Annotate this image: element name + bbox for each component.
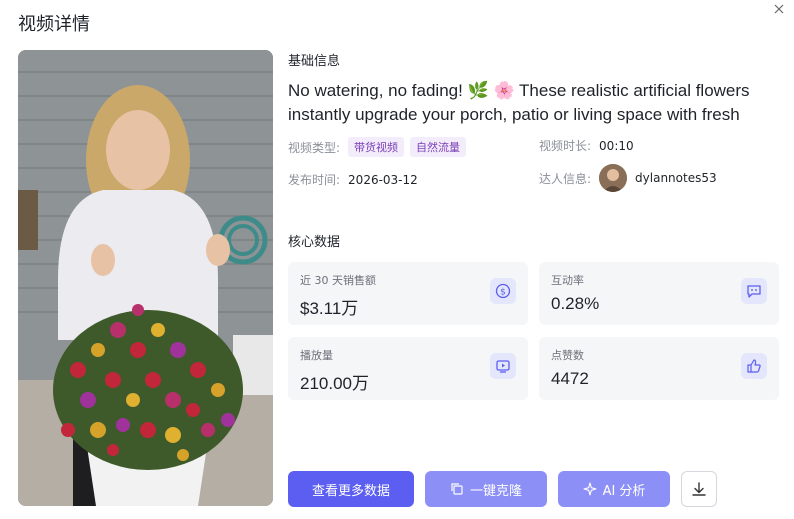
metric-value: 0.28%	[551, 294, 600, 313]
dialog-title: 视频详情	[18, 14, 90, 35]
metric-value: $3.11万	[300, 299, 359, 318]
chat-bubble-icon	[741, 278, 767, 304]
button-label: 一键克隆	[469, 483, 522, 499]
metric-card-sales: 近 30 天销售额 $3.11万 $	[288, 262, 528, 325]
metric-label: 近 30 天销售额	[300, 274, 376, 287]
ai-analysis-button[interactable]: AI 分析	[558, 471, 670, 507]
creator-row[interactable]: 达人信息: dylannotes53	[539, 164, 717, 192]
duration-value: 00:10	[599, 138, 634, 153]
core-data-title: 核心数据	[288, 235, 341, 250]
metric-value: 210.00万	[300, 374, 369, 393]
download-icon	[692, 482, 706, 496]
view-more-data-button[interactable]: 查看更多数据	[288, 471, 414, 507]
copy-icon	[450, 482, 464, 496]
metric-value: 4472	[551, 369, 589, 388]
creator-label: 达人信息:	[539, 171, 592, 186]
metric-card-engagement: 互动率 0.28%	[539, 262, 779, 325]
download-button[interactable]	[681, 471, 717, 507]
sparkle-icon	[583, 482, 597, 496]
core-data-cards: 近 30 天销售额 $3.11万 $ 互动率 0.28% 播放量 210.00万…	[288, 262, 784, 402]
video-title: No watering, no fading! 🌿 🌸 These realis…	[288, 81, 750, 124]
publish-date: 2026-03-12	[348, 172, 418, 187]
metric-label: 互动率	[551, 274, 584, 287]
metric-label: 点赞数	[551, 349, 584, 362]
basic-info-title: 基础信息	[288, 54, 341, 69]
publish-label: 发布时间:	[288, 173, 341, 187]
video-type-row: 视频类型: 带货视频 自然流量	[288, 137, 472, 157]
tag-badge: 带货视频	[348, 137, 405, 157]
duration-row: 视频时长: 00:10	[539, 137, 634, 154]
dollar-circle-icon: $	[490, 278, 516, 304]
publish-row: 发布时间: 2026-03-12	[288, 171, 418, 188]
duration-label: 视频时长:	[539, 139, 592, 153]
tag-badge: 自然流量	[410, 137, 467, 157]
button-label: AI 分析	[602, 483, 646, 499]
metric-card-views: 播放量 210.00万	[288, 337, 528, 400]
metric-card-likes: 点赞数 4472	[539, 337, 779, 400]
metric-label: 播放量	[300, 349, 333, 362]
close-icon	[774, 4, 784, 14]
button-label: 查看更多数据	[311, 483, 390, 499]
close-button[interactable]	[770, 0, 788, 18]
video-thumbnail[interactable]	[18, 50, 273, 506]
one-click-clone-button[interactable]: 一键克隆	[425, 471, 547, 507]
creator-name[interactable]: dylannotes53	[635, 171, 717, 185]
play-screen-icon	[490, 353, 516, 379]
avatar[interactable]	[599, 164, 628, 192]
thumbs-up-icon	[741, 353, 767, 379]
video-meta: 视频类型: 带货视频 自然流量 视频时长: 00:10 发布时间: 2026-0…	[288, 137, 784, 221]
svg-text:$: $	[500, 288, 506, 298]
video-type-label: 视频类型:	[288, 140, 341, 155]
